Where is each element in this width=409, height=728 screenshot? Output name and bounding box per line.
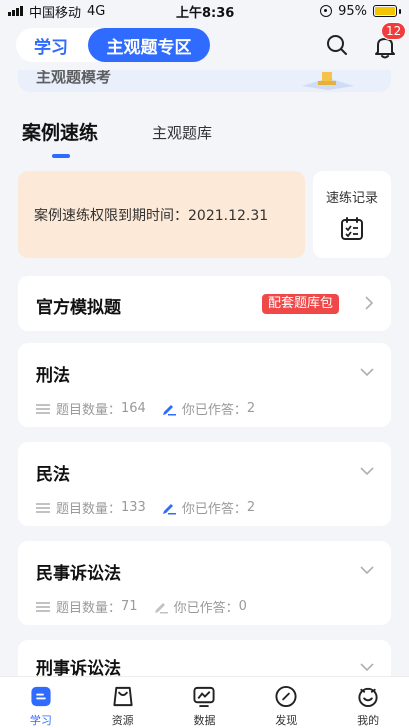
- banner-text: 主观题模考: [36, 70, 112, 86]
- pen-icon: [162, 503, 176, 514]
- tabbar-resources[interactable]: 资源: [82, 677, 164, 728]
- pen-icon: [162, 404, 176, 415]
- question-count-label: 题目数量：: [56, 403, 122, 418]
- tabbar-data[interactable]: 数据: [164, 677, 246, 728]
- sub-tabs: 案例速练 主观题库: [0, 118, 409, 164]
- subject-meta: 题目数量： 164 你已作答： 2: [36, 399, 255, 418]
- tabbar-mine[interactable]: 我的: [327, 677, 409, 728]
- question-count: 164: [121, 401, 146, 416]
- expiry-text: 案例速练权限到期时间：2021.12.31: [34, 207, 269, 224]
- tabbar-study[interactable]: 学习: [0, 677, 82, 728]
- tabbar-label: 发现: [275, 714, 298, 727]
- bottom-tab-bar: 学习 资源 数据 发现 我的: [0, 676, 409, 728]
- network-type: 4G: [87, 3, 106, 19]
- answered-count: 2: [246, 500, 256, 515]
- practice-record-button[interactable]: 速练记录: [313, 171, 391, 258]
- pen-icon: [154, 602, 168, 613]
- official-mock-card[interactable]: 官方模拟题 配套题库包: [18, 276, 391, 331]
- package-tag: 配套题库包: [262, 294, 340, 314]
- tab-study[interactable]: 学习: [16, 33, 86, 58]
- tabbar-label: 资源: [111, 714, 134, 727]
- promo-banner[interactable]: 主观题模考: [18, 70, 391, 92]
- question-count-label: 题目数量：: [56, 601, 122, 616]
- compass-icon: [275, 685, 297, 708]
- trophy-illustration: [302, 72, 354, 90]
- subject-card-criminal-law[interactable]: 刑法 题目数量： 164 你已作答： 2: [18, 343, 391, 427]
- answered-count: 0: [238, 599, 247, 614]
- answered-label: 你已作答：: [173, 601, 239, 616]
- bag-icon: [113, 686, 133, 707]
- list-icon: [36, 601, 50, 612]
- battery-percent: 95%: [338, 3, 367, 19]
- notification-badge: 12: [381, 22, 407, 40]
- tabbar-label: 数据: [193, 714, 216, 727]
- tab-case-practice[interactable]: 案例速练: [22, 118, 98, 145]
- top-header: 学习 主观题专区 12: [0, 22, 409, 70]
- checklist-icon: [341, 217, 363, 240]
- subject-title: 民事诉讼法: [36, 564, 121, 584]
- clock: 上午8:36: [176, 5, 235, 21]
- answered-label: 你已作答：: [181, 502, 247, 517]
- mode-switch: 学习 主观题专区: [16, 28, 210, 62]
- chevron-down-icon[interactable]: [360, 662, 374, 672]
- question-count-label: 题目数量：: [56, 502, 122, 517]
- tab-question-bank[interactable]: 主观题库: [152, 122, 212, 143]
- signal-icon: [8, 6, 23, 16]
- chevron-down-icon[interactable]: [360, 565, 374, 575]
- chevron-down-icon[interactable]: [360, 466, 374, 476]
- battery-icon: [373, 5, 401, 17]
- chevron-right-icon: [365, 296, 374, 310]
- study-icon: [31, 686, 51, 707]
- subject-title: 刑事诉讼法: [36, 659, 121, 676]
- subject-title: 刑法: [36, 366, 70, 386]
- chart-icon: [193, 686, 216, 708]
- question-count: 133: [121, 500, 146, 515]
- expiry-notice: 案例速练权限到期时间：2021.12.31: [18, 171, 305, 258]
- practice-record-label: 速练记录: [325, 191, 378, 206]
- subject-title: 民法: [36, 465, 70, 485]
- tabbar-label: 学习: [29, 714, 52, 727]
- carrier-name: 中国移动: [29, 5, 82, 21]
- tabbar-label: 我的: [357, 714, 380, 727]
- tab-subjective-zone[interactable]: 主观题专区: [88, 28, 210, 62]
- search-icon[interactable]: [326, 34, 348, 56]
- status-bar: 中国移动 4G 上午8:36 95%: [0, 0, 409, 22]
- answered-label: 你已作答：: [181, 403, 247, 418]
- list-icon: [36, 403, 50, 414]
- subject-card-criminal-procedure[interactable]: 刑事诉讼法: [18, 640, 391, 676]
- question-count: 71: [121, 599, 138, 614]
- rotation-lock-icon: [320, 5, 333, 17]
- subject-meta: 题目数量： 133 你已作答： 2: [36, 498, 255, 517]
- subject-meta: 题目数量： 71 你已作答： 0: [36, 597, 247, 616]
- tabbar-discover[interactable]: 发现: [245, 677, 327, 728]
- official-mock-title: 官方模拟题: [36, 298, 121, 318]
- subject-card-civil-law[interactable]: 民法 题目数量： 133 你已作答： 2: [18, 442, 391, 526]
- subject-card-civil-procedure[interactable]: 民事诉讼法 题目数量： 71 你已作答： 0: [18, 541, 391, 625]
- chevron-down-icon[interactable]: [360, 367, 374, 377]
- smiley-icon: [358, 687, 378, 708]
- list-icon: [36, 502, 50, 513]
- answered-count: 2: [246, 401, 256, 416]
- active-tab-indicator: [52, 154, 70, 158]
